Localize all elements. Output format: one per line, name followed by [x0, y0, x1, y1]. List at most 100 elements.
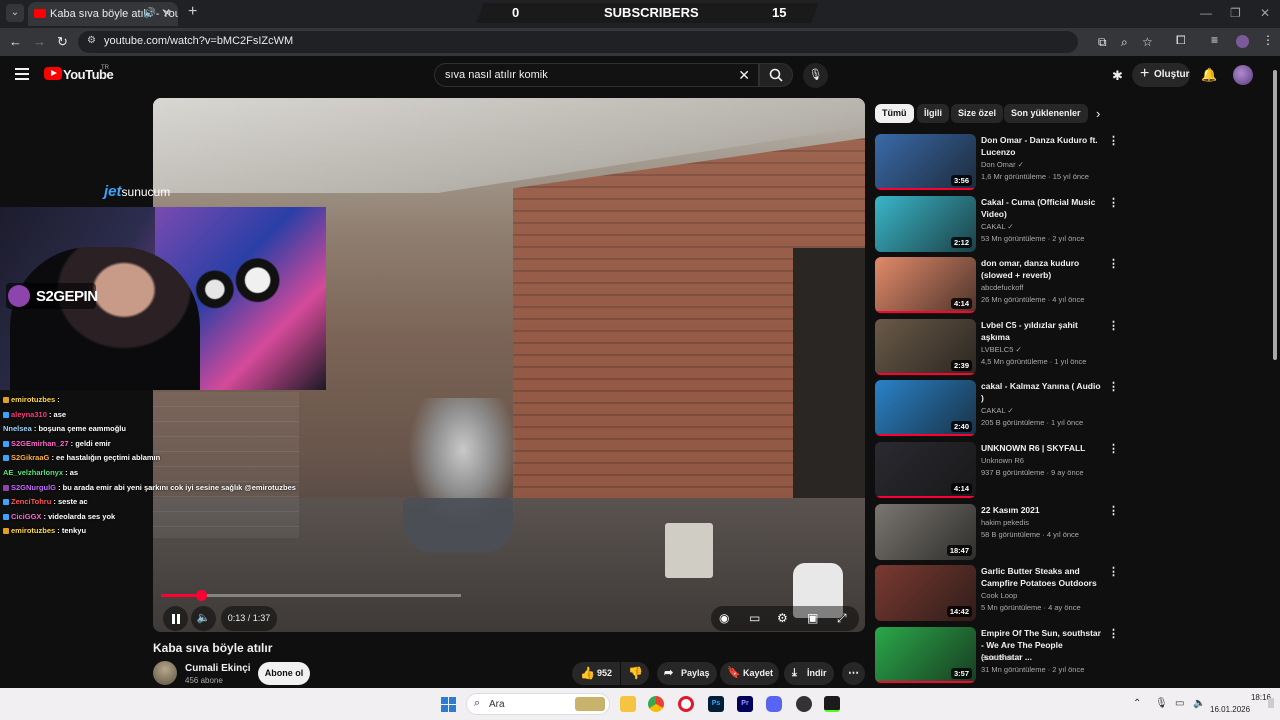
bookmark-star-icon[interactable]: ☆ — [1142, 35, 1153, 49]
create-button[interactable]: Oluştur — [1132, 62, 1190, 87]
cast-icon[interactable]: ✱ — [1112, 68, 1123, 84]
recommended-video[interactable]: 4:14 UNKNOWN R6 | SKYFALL Unknown R6 937 B … — [875, 442, 1119, 500]
channel-name[interactable]: Cumali Ekinçi — [185, 663, 251, 674]
video-channel[interactable]: Don Omar ✓ — [981, 160, 1024, 169]
notification-center-icon[interactable] — [1268, 698, 1274, 708]
reload-icon[interactable]: ↻ — [57, 34, 68, 50]
network-icon[interactable]: ▭ — [1175, 698, 1184, 709]
forward-icon[interactable]: → — [33, 34, 46, 49]
fullscreen-icon[interactable]: ⤢ — [837, 611, 847, 626]
clock-time[interactable]: 18:16 — [1231, 693, 1271, 702]
file-explorer-icon[interactable] — [620, 696, 636, 712]
video-title[interactable]: cakal - Kalmaz Yanına ( Audio ) — [981, 380, 1101, 404]
taskbar-search[interactable]: ⌕ Ara — [466, 693, 610, 715]
video-channel[interactable]: CAKAL ✓ — [981, 222, 1014, 231]
show-hidden-icons[interactable]: ⌃ — [1133, 698, 1141, 709]
video-thumbnail[interactable]: 4:14 — [875, 442, 976, 498]
video-channel[interactable]: abcdefuckoff — [981, 283, 1023, 292]
download-button[interactable]: ⤓ İndir — [784, 662, 834, 685]
tab-search-icon[interactable]: ⌄ — [6, 4, 24, 22]
video-menu-icon[interactable]: ⋮ — [1108, 504, 1119, 517]
address-bar[interactable]: ⚙ youtube.com/watch?v=bMC2FsIZcWM ⧉ ⌕ ☆ — [78, 31, 1153, 53]
browser-menu-icon[interactable]: ⋮ — [1262, 33, 1274, 47]
share-button[interactable]: ➦ Paylaş — [657, 662, 717, 685]
media-control-icon[interactable]: ≡ — [1211, 33, 1218, 47]
video-channel[interactable]: hakim pekedis — [981, 518, 1029, 527]
audio-playing-icon[interactable]: 🔊 — [144, 2, 156, 26]
kick-app-icon[interactable] — [824, 696, 840, 712]
more-actions-icon[interactable]: ⋯ — [842, 662, 865, 685]
close-window-icon[interactable]: ✕ — [1260, 6, 1270, 20]
recommended-video[interactable]: 2:40 cakal - Kalmaz Yanına ( Audio ) CAKAL… — [875, 380, 1119, 438]
premiere-icon[interactable]: Pr — [737, 696, 753, 712]
video-menu-icon[interactable]: ⋮ — [1108, 134, 1119, 147]
theater-mode-icon[interactable]: ▣ — [807, 611, 818, 625]
video-title[interactable]: Cakal - Cuma (Official Music Video) — [981, 196, 1101, 220]
volume-tray-icon[interactable]: 🔈 — [1193, 698, 1205, 709]
recommended-video[interactable]: 4:14 don omar, danza kuduro (slowed + rev… — [875, 257, 1119, 315]
filter-chip[interactable]: İlgili — [917, 104, 949, 123]
video-title[interactable]: UNKNOWN R6 | SKYFALL — [981, 442, 1101, 454]
browser-tab[interactable]: Kaba sıva böyle atılır - YouTube 🔊 ✕ — [28, 2, 178, 26]
back-icon[interactable]: ← — [9, 34, 22, 49]
filter-chip[interactable]: Size özel — [951, 104, 1004, 123]
voice-search-icon[interactable]: 🎙 — [803, 63, 828, 88]
video-title[interactable]: Don Omar - Danza Kuduro ft. Lucenzo — [981, 134, 1101, 158]
recommended-video[interactable]: 14:42 Garlic Butter Steaks and Campfire P… — [875, 565, 1119, 623]
like-button[interactable]: 👍 952 — [572, 662, 620, 685]
volume-icon[interactable]: 🔈 — [191, 606, 216, 631]
video-title[interactable]: Garlic Butter Steaks and Campfire Potato… — [981, 565, 1101, 589]
video-thumbnail[interactable]: 18:47 — [875, 503, 976, 560]
recommended-video[interactable]: 2:39 Lvbel C5 - yıldızlar şahit aşkıma LVB… — [875, 318, 1119, 377]
recommended-video[interactable]: 2:12 Cakal - Cuma (Official Music Video) C… — [875, 195, 1119, 254]
video-menu-icon[interactable]: ⋮ — [1108, 565, 1119, 578]
photoshop-icon[interactable]: Ps — [708, 696, 724, 712]
site-info-icon[interactable]: ⚙ — [87, 35, 96, 46]
scrollbar-thumb[interactable] — [1273, 70, 1277, 360]
video-menu-icon[interactable]: ⋮ — [1108, 380, 1119, 393]
pause-button[interactable] — [163, 606, 188, 631]
notifications-bell-icon[interactable]: 🔔 — [1201, 67, 1217, 83]
autoplay-toggle-icon[interactable]: ◉ — [719, 611, 729, 625]
seek-bar[interactable] — [161, 590, 461, 601]
settings-gear-icon[interactable]: ⚙ — [777, 611, 788, 625]
new-tab-icon[interactable]: + — [188, 3, 197, 21]
clear-search-icon[interactable]: ✕ — [738, 67, 750, 84]
account-avatar[interactable] — [1233, 65, 1253, 85]
recommended-video[interactable]: 18:47 22 Kasım 2021 hakim pekedis 58 B görü… — [875, 503, 1119, 562]
chrome-icon[interactable] — [648, 696, 664, 712]
opera-icon[interactable] — [678, 696, 694, 712]
video-channel[interactable]: Unknown R6 — [981, 456, 1024, 465]
video-thumbnail[interactable]: 2:12 — [875, 195, 976, 252]
youtube-logo-icon[interactable] — [44, 67, 62, 80]
video-title[interactable]: Lvbel C5 - yıldızlar şahit aşkıma — [981, 319, 1101, 343]
video-title[interactable]: 22 Kasım 2021 — [981, 504, 1101, 516]
close-tab-icon[interactable]: ✕ — [163, 2, 172, 26]
video-channel[interactable]: Southstar ✓ — [981, 653, 1021, 662]
microphone-tray-icon[interactable]: 🎙 — [1155, 698, 1168, 709]
video-thumbnail[interactable]: 2:40 — [875, 380, 976, 437]
page-scrollbar[interactable] — [1272, 62, 1278, 682]
filter-chip[interactable]: Son yüklenenler — [1004, 104, 1088, 123]
video-thumbnail[interactable]: 2:39 — [875, 318, 976, 375]
chips-next-icon[interactable]: › — [1096, 106, 1100, 121]
filter-chip[interactable]: Tümü — [875, 104, 914, 123]
discord-icon[interactable] — [766, 696, 782, 712]
video-thumbnail[interactable]: 3:57 — [875, 626, 976, 683]
video-menu-icon[interactable]: ⋮ — [1108, 196, 1119, 209]
channel-avatar[interactable] — [153, 661, 177, 685]
video-menu-icon[interactable]: ⋮ — [1108, 319, 1119, 332]
video-channel[interactable]: LVBELC5 ✓ — [981, 345, 1022, 354]
save-button[interactable]: 🔖 Kaydet — [720, 662, 779, 685]
subtitles-icon[interactable]: ▭ — [749, 611, 760, 625]
extensions-icon[interactable]: ⧠ — [1176, 33, 1186, 48]
recommended-video[interactable]: 3:56 Don Omar - Danza Kuduro ft. Lucenzo D… — [875, 134, 1119, 192]
subscribe-button[interactable]: Abone ol — [258, 662, 310, 685]
search-input[interactable]: sıva nasıl atılır komik ✕ — [434, 63, 759, 87]
video-thumbnail[interactable]: 4:14 — [875, 257, 976, 314]
video-thumbnail[interactable]: 3:56 — [875, 134, 976, 190]
minimize-icon[interactable]: — — [1200, 6, 1212, 20]
restore-icon[interactable]: ❐ — [1230, 6, 1241, 20]
video-channel[interactable]: Cook Loop — [981, 591, 1017, 600]
zoom-icon[interactable]: ⌕ — [1121, 35, 1128, 50]
